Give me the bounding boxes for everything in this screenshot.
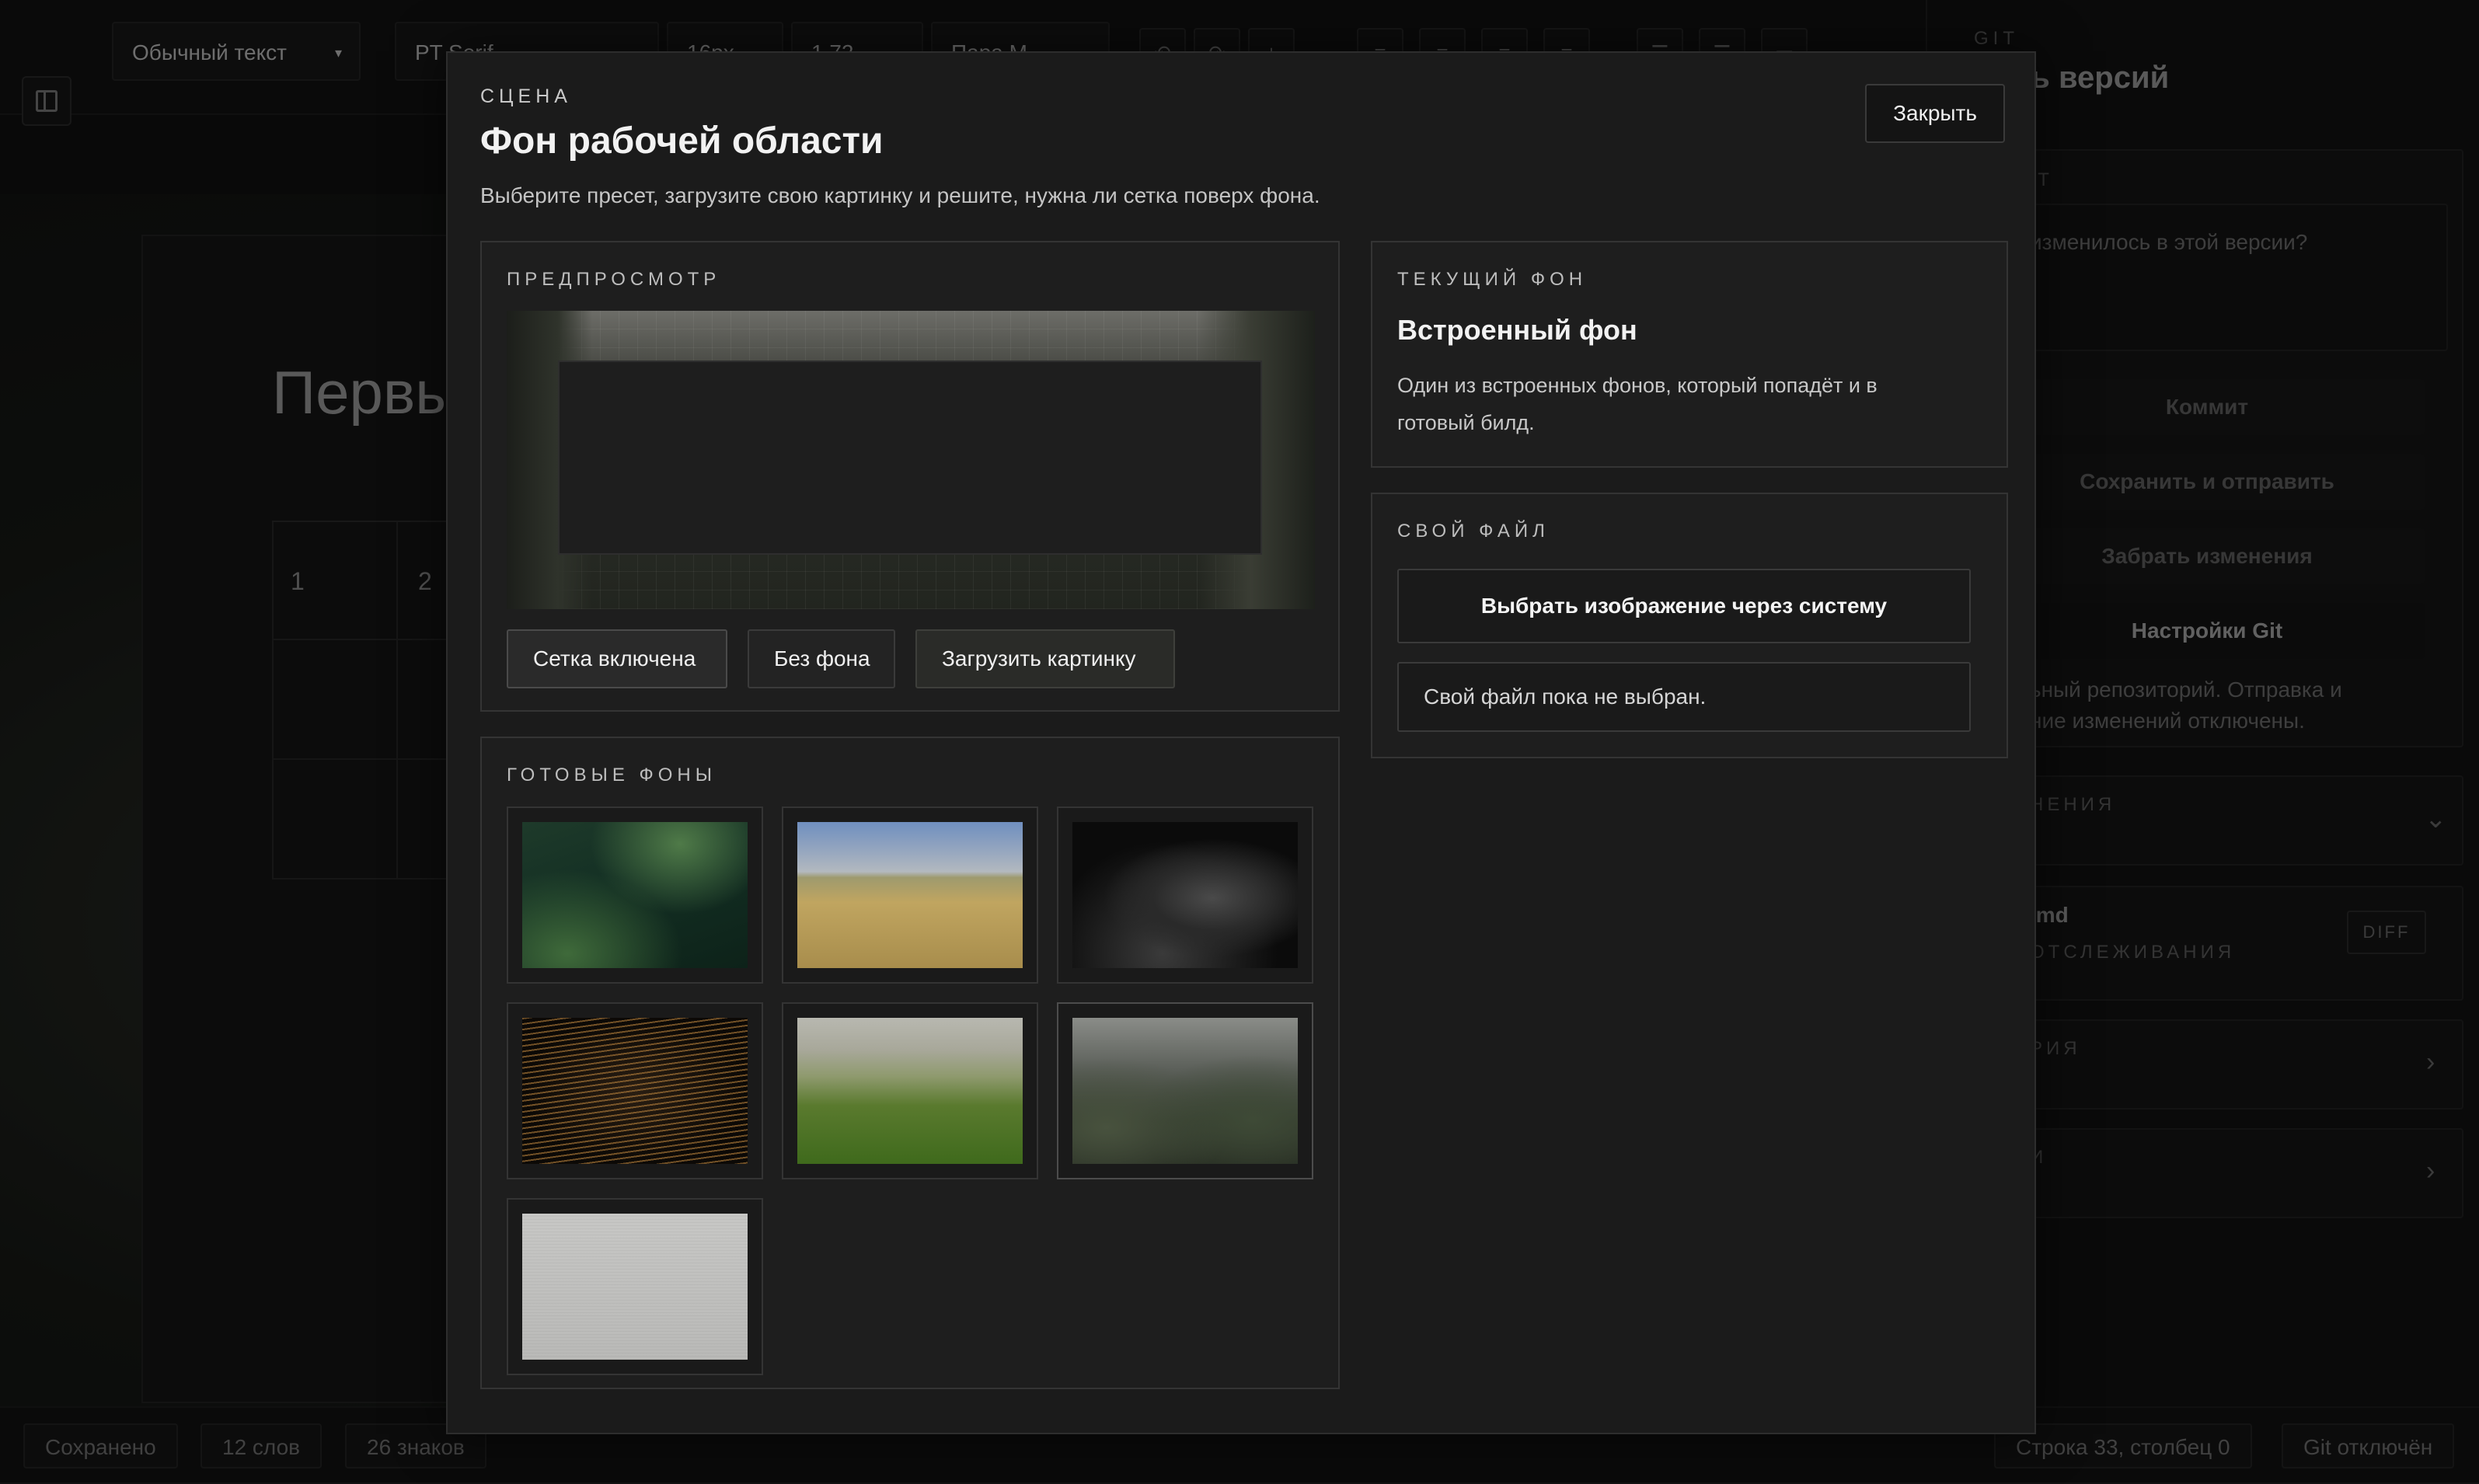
preset-image (522, 822, 748, 968)
preset-dark-abstract-shape[interactable] (1057, 806, 1313, 984)
preset-jungle-leaves[interactable] (507, 806, 763, 984)
preset-green-meadow[interactable] (782, 1002, 1038, 1179)
current-background-title: Встроенный фон (1397, 314, 1637, 346)
upload-image-button[interactable]: Загрузить картинку (915, 629, 1175, 688)
no-background-button[interactable]: Без фона (748, 629, 895, 688)
preset-image (1072, 1018, 1298, 1164)
preset-golden-wave-lines[interactable] (507, 1002, 763, 1179)
preset-wheat-field[interactable] (782, 806, 1038, 984)
background-settings-dialog: СЦЕНА Фон рабочей области Выберите пресе… (446, 51, 2036, 1434)
background-preview (507, 311, 1315, 609)
preset-image (522, 1018, 748, 1164)
preset-image (797, 822, 1023, 968)
presets-label: ГОТОВЫЕ ФОНЫ (507, 765, 717, 786)
custom-file-label: СВОЙ ФАЙЛ (1397, 521, 1550, 542)
preset-image (522, 1214, 748, 1360)
dialog-title: Фон рабочей области (480, 120, 884, 162)
preview-panel: ПРЕДПРОСМОТР Сетка включена Без фона Заг… (480, 241, 1340, 712)
presets-panel: ГОТОВЫЕ ФОНЫ (480, 737, 1340, 1389)
current-background-panel: ТЕКУЩИЙ ФОН Встроенный фон Один из встро… (1371, 241, 2008, 468)
grid-toggle-button[interactable]: Сетка включена (507, 629, 727, 688)
choose-system-image-button[interactable]: Выбрать изображение через систему (1397, 569, 1971, 643)
custom-file-panel: СВОЙ ФАЙЛ Выбрать изображение через сист… (1371, 493, 2008, 758)
current-background-description: Один из встроенных фонов, который попадё… (1397, 374, 1878, 434)
preset-linen-texture[interactable] (507, 1198, 763, 1375)
preset-misty-cliffs[interactable] (1057, 1002, 1313, 1179)
custom-file-status: Свой файл пока не выбран. (1397, 662, 1971, 732)
close-button[interactable]: Закрыть (1865, 84, 2005, 143)
preset-image (797, 1018, 1023, 1164)
dialog-subtitle: Выберите пресет, загрузите свою картинку… (480, 183, 1320, 207)
current-background-label: ТЕКУЩИЙ ФОН (1397, 269, 1588, 290)
preview-workspace-frame (558, 361, 1262, 555)
preset-image (1072, 822, 1298, 968)
preview-label: ПРЕДПРОСМОТР (507, 269, 721, 290)
dialog-eyebrow: СЦЕНА (480, 85, 572, 107)
